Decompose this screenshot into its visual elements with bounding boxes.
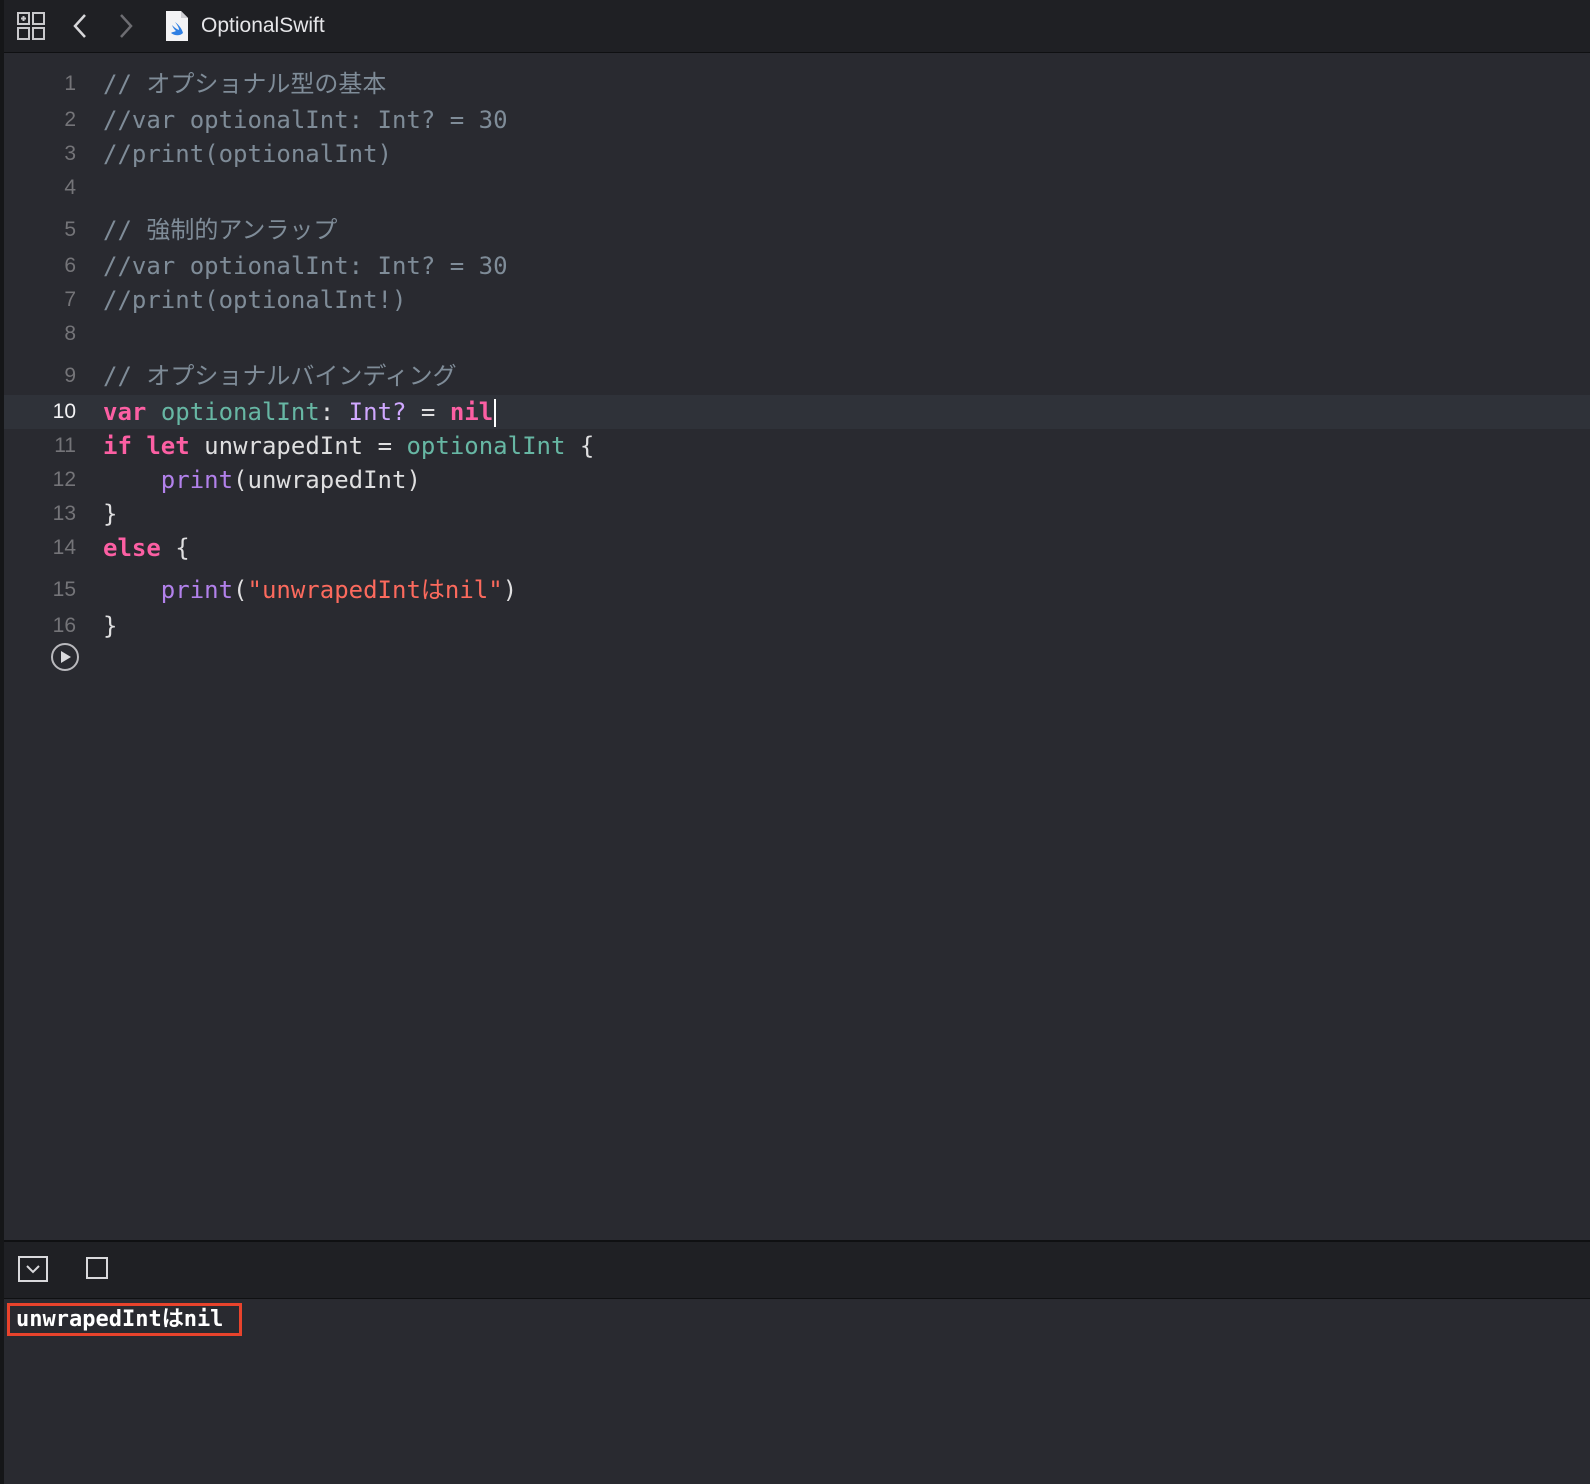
line-number: 4 bbox=[64, 176, 76, 199]
code-line: 11 if let unwrapedInt = optionalInt { bbox=[4, 429, 1590, 463]
play-icon bbox=[61, 651, 71, 663]
code-line: 9 // オプショナルバインディング bbox=[4, 359, 1590, 393]
line-number: 3 bbox=[64, 142, 76, 165]
line-number: 16 bbox=[52, 614, 76, 637]
code-editor[interactable]: 1 // オプショナル型の基本 2 //var optionalInt: Int… bbox=[4, 53, 1590, 1240]
code-text: print(unwrapedInt) bbox=[103, 463, 421, 497]
line-number: 15 bbox=[52, 578, 76, 601]
code-line: 15 print("unwrapedIntはnil") bbox=[4, 573, 1590, 607]
code-brace: { bbox=[579, 432, 595, 460]
text-cursor bbox=[494, 399, 497, 427]
code-comment: // オプショナル型の基本 bbox=[103, 70, 387, 98]
code-line: 5 // 強制的アンラップ bbox=[4, 213, 1590, 247]
hide-debug-area-icon[interactable] bbox=[18, 1256, 48, 1282]
line-number: 14 bbox=[52, 536, 76, 559]
code-punct: : bbox=[319, 398, 335, 426]
code-identifier: unwrapedInt bbox=[204, 432, 364, 460]
code-function: print bbox=[160, 576, 234, 604]
code-operator: = bbox=[420, 398, 436, 426]
code-identifier: optionalInt bbox=[160, 398, 320, 426]
code-line: 16 } bbox=[4, 609, 1590, 643]
code-line: 3 //print(optionalInt) bbox=[4, 137, 1590, 171]
console-area[interactable]: unwrapedIntはnil bbox=[4, 1299, 1590, 1484]
code-punct: ( bbox=[233, 576, 248, 604]
line-number: 9 bbox=[64, 364, 76, 387]
code-comment: // オプショナルバインディング bbox=[103, 362, 457, 390]
editor-title-bar: OptionalSwift bbox=[4, 0, 1590, 53]
line-number: 2 bbox=[64, 108, 76, 131]
code-text: else { bbox=[103, 531, 190, 565]
code-text: var optionalInt: Int? = nil bbox=[103, 395, 497, 429]
run-playground-button[interactable] bbox=[51, 643, 79, 671]
file-title: OptionalSwift bbox=[201, 14, 325, 37]
code-comment: // 強制的アンラップ bbox=[103, 216, 338, 244]
code-line: 4 bbox=[4, 171, 1590, 205]
code-identifier: optionalInt bbox=[406, 432, 566, 460]
grid-icon[interactable] bbox=[16, 11, 46, 41]
code-line: 1 // オプショナル型の基本 bbox=[4, 67, 1590, 101]
current-code-line: 10 var optionalInt: Int? = nil bbox=[4, 395, 1590, 429]
code-line: 13 } bbox=[4, 497, 1590, 531]
code-operator: = bbox=[377, 432, 393, 460]
code-line: 6 //var optionalInt: Int? = 30 bbox=[4, 249, 1590, 283]
code-comment: //print(optionalInt!) bbox=[103, 286, 407, 314]
code-keyword: let bbox=[146, 432, 190, 460]
code-text: if let unwrapedInt = optionalInt { bbox=[103, 429, 594, 463]
code-punct: ) bbox=[502, 576, 518, 604]
code-type: Int? bbox=[348, 398, 407, 426]
code-function: print bbox=[160, 466, 234, 494]
code-comment: //print(optionalInt) bbox=[103, 140, 392, 168]
code-line: 7 //print(optionalInt!) bbox=[4, 283, 1590, 317]
line-number: 7 bbox=[64, 288, 76, 311]
console-output: unwrapedIntはnil bbox=[7, 1303, 243, 1336]
line-number: 12 bbox=[52, 468, 76, 491]
code-line: 12 print(unwrapedInt) bbox=[4, 463, 1590, 497]
debug-bar bbox=[4, 1242, 1590, 1299]
line-number: 5 bbox=[64, 218, 76, 241]
console-toggle-icon[interactable] bbox=[86, 1257, 108, 1279]
code-keyword: else bbox=[103, 534, 161, 562]
code-string: "unwrapedIntはnil" bbox=[247, 576, 503, 604]
line-number: 1 bbox=[64, 72, 76, 95]
code-line: 14 else { bbox=[4, 531, 1590, 565]
code-brace: } bbox=[103, 500, 118, 528]
line-number: 6 bbox=[64, 254, 76, 277]
code-keyword: nil bbox=[449, 398, 494, 426]
code-brace: } bbox=[103, 612, 118, 640]
swift-file-icon bbox=[164, 9, 190, 43]
line-number: 8 bbox=[64, 322, 76, 345]
line-number: 10 bbox=[52, 400, 76, 423]
code-line: 8 bbox=[4, 317, 1590, 351]
code-comment: //var optionalInt: Int? = 30 bbox=[103, 106, 508, 134]
chevron-right-icon[interactable] bbox=[114, 11, 136, 41]
code-comment: //var optionalInt: Int? = 30 bbox=[103, 252, 508, 280]
code-keyword: if bbox=[103, 432, 132, 460]
code-keyword: var bbox=[103, 398, 147, 426]
code-brace: { bbox=[175, 534, 190, 562]
code-args: (unwrapedInt) bbox=[233, 466, 421, 494]
code-text: print("unwrapedIntはnil") bbox=[103, 573, 517, 607]
line-number: 11 bbox=[54, 434, 76, 457]
line-number: 13 bbox=[52, 502, 76, 525]
chevron-left-icon[interactable] bbox=[70, 11, 92, 41]
code-line: 2 //var optionalInt: Int? = 30 bbox=[4, 103, 1590, 137]
